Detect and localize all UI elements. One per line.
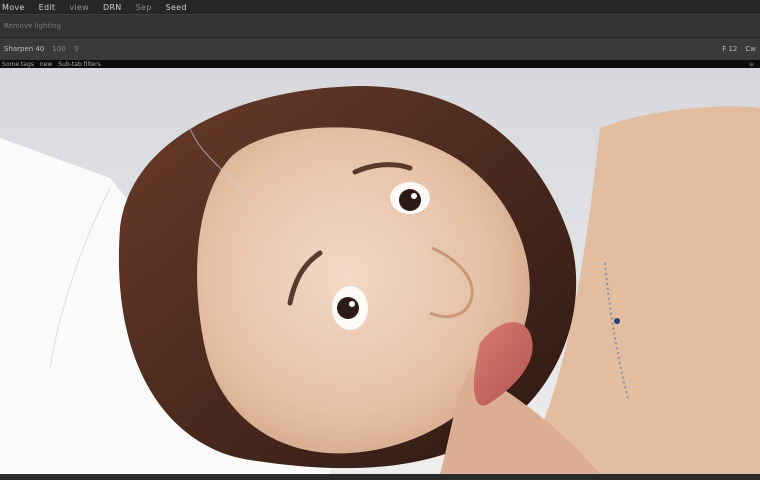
menu-item-seed[interactable]: Seed — [166, 3, 187, 12]
search-icon[interactable]: ⚲ — [74, 45, 79, 53]
menu-item-sep[interactable]: Sep — [136, 3, 152, 12]
tool-options-bar: Sharpen 40 100 ⚲ · F 12 Cw — [0, 38, 760, 60]
menu-item-view[interactable]: view — [69, 3, 89, 12]
menu-icon[interactable]: ≡ — [749, 61, 760, 68]
pupil-right — [399, 189, 421, 211]
tab-some-tags[interactable]: Some tags — [2, 61, 34, 68]
menu-item-edit[interactable]: Edit — [39, 3, 56, 12]
eye-highlight-right — [411, 193, 417, 199]
options-field[interactable]: Remove lighting — [4, 22, 61, 30]
dot-icon: · — [86, 45, 90, 53]
menu-bar: Move Edit view DRN Sep Seed — [0, 0, 760, 14]
menu-item-drn[interactable]: DRN — [103, 3, 122, 12]
cw-label[interactable]: Cw — [745, 45, 756, 53]
frame-label[interactable]: F 12 — [722, 45, 737, 53]
document-tabs: Some tags new Sub-tab filters ≡ — [0, 60, 760, 68]
status-bar — [0, 474, 760, 480]
options-bar: Remove lighting — [0, 14, 760, 38]
tab-new[interactable]: new — [40, 61, 52, 68]
image-canvas[interactable] — [0, 68, 760, 474]
tool-value[interactable]: 100 — [52, 45, 65, 53]
tab-sub-filters[interactable]: Sub-tab filters — [58, 61, 100, 68]
tool-preset-label[interactable]: Sharpen 40 — [4, 45, 44, 53]
eye-highlight-left — [349, 301, 355, 307]
portrait-image — [0, 68, 760, 474]
pupil-left — [337, 297, 359, 319]
necklace-bead — [614, 318, 620, 324]
menu-item-move[interactable]: Move — [2, 3, 25, 12]
